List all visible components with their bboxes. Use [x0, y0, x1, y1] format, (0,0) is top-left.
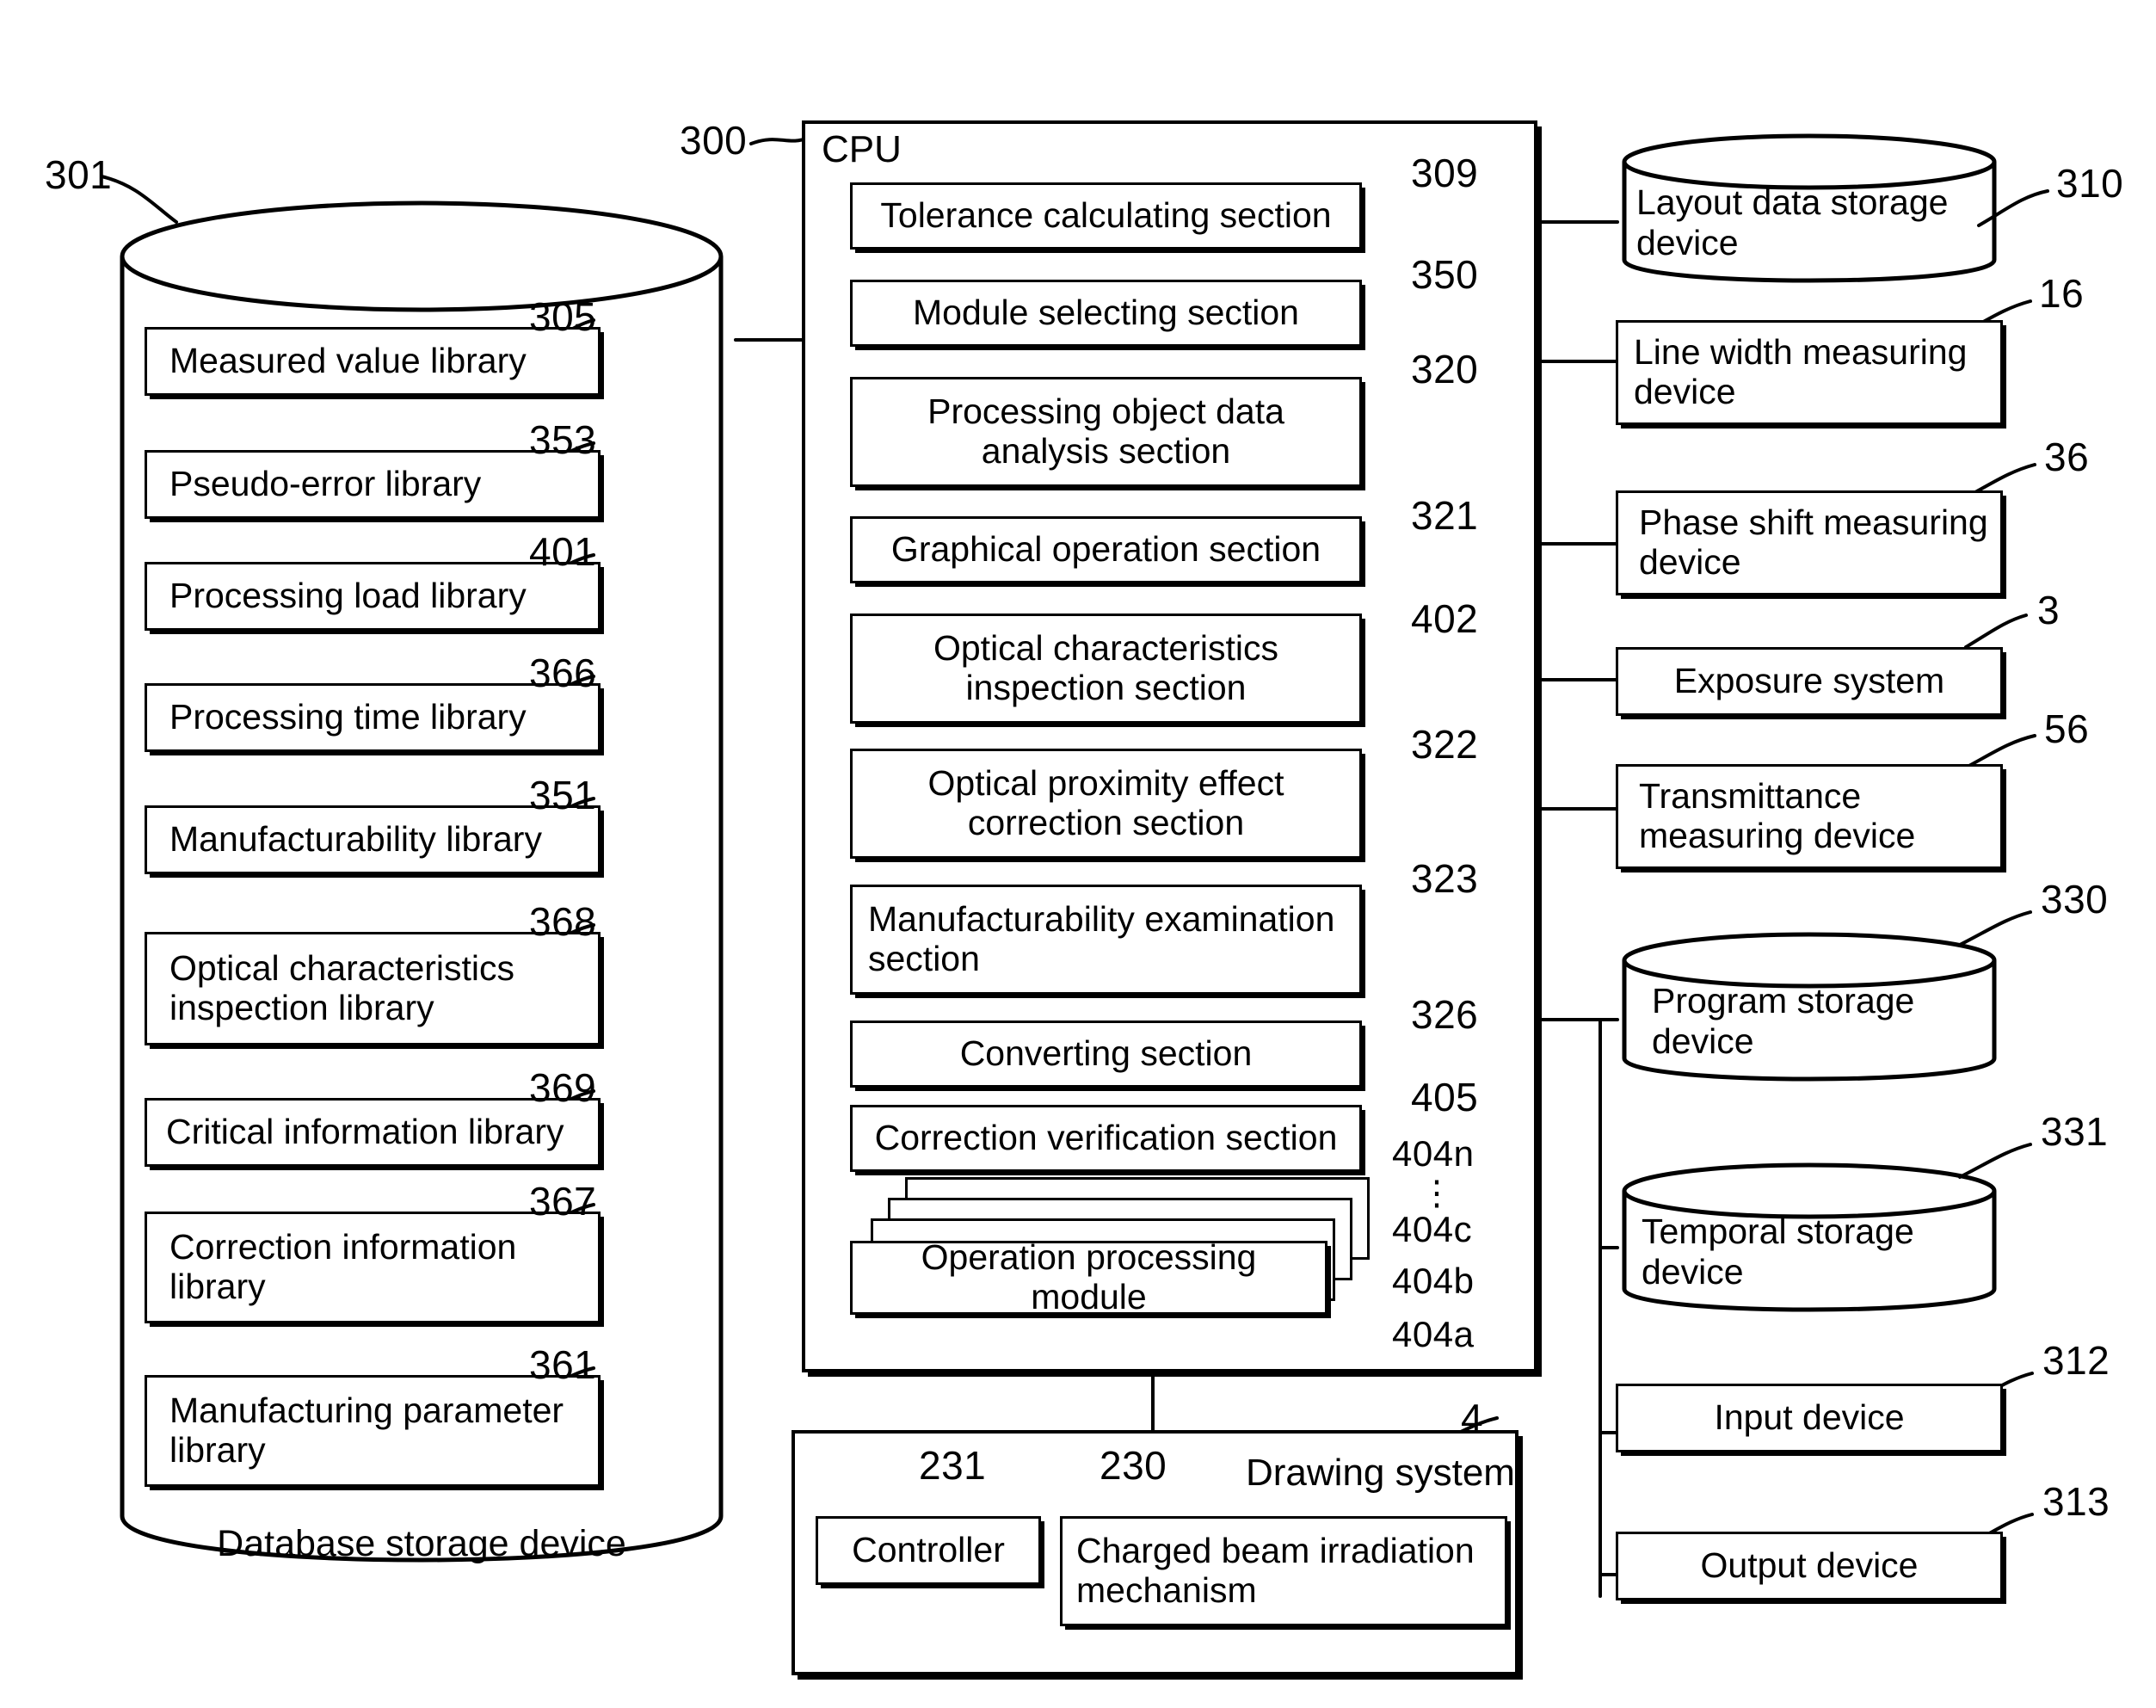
- ref-301: 301: [45, 152, 113, 197]
- cpu-section-processing-object-data-analysis[interactable]: Processing object data analysis section: [850, 377, 1362, 487]
- ref-404n: 404n: [1392, 1133, 1475, 1174]
- library-label: Manufacturability library: [169, 819, 542, 860]
- ref-404a: 404a: [1392, 1314, 1475, 1354]
- cpu-section-optical-characteristics-inspection[interactable]: Optical characteristics inspection secti…: [850, 614, 1362, 724]
- ref-366: 366: [529, 651, 597, 695]
- library-label: Processing time library: [169, 697, 527, 737]
- transmittance-label: Transmittance measuring device: [1639, 776, 1916, 855]
- cpu-title: CPU: [822, 128, 902, 170]
- output-device-label: Output device: [1700, 1545, 1919, 1586]
- ref-330: 330: [2041, 877, 2109, 922]
- database-caption: Database storage device: [217, 1523, 626, 1564]
- library-label: Measured value library: [169, 341, 527, 381]
- library-box-optical-characteristics-inspection[interactable]: Optical characteristics inspection libra…: [145, 932, 601, 1045]
- cpu-section-label: Manufacturability examination section: [868, 899, 1335, 978]
- ref-312: 312: [2042, 1338, 2110, 1383]
- charged-beam-label: Charged beam irradiation mechanism: [1076, 1531, 1475, 1610]
- cpu-section-converting[interactable]: Converting section: [850, 1020, 1362, 1088]
- cpu-section-label: Optical proximity effect correction sect…: [927, 763, 1284, 842]
- ref-305: 305: [529, 294, 597, 339]
- cpu-section-module-selecting[interactable]: Module selecting section: [850, 280, 1362, 347]
- ref-404c: 404c: [1392, 1209, 1473, 1249]
- library-box-manufacturing-parameter[interactable]: Manufacturing parameter library: [145, 1375, 601, 1487]
- library-box-correction-information[interactable]: Correction information library: [145, 1212, 601, 1323]
- controller-label: Controller: [852, 1530, 1005, 1570]
- ref-331: 331: [2041, 1109, 2109, 1154]
- layout-data-storage-cylinder[interactable]: Layout data storage device: [1616, 131, 2003, 294]
- ref-351: 351: [529, 773, 597, 817]
- input-device-label: Input device: [1714, 1397, 1905, 1438]
- cpu-section-label: Converting section: [959, 1033, 1253, 1074]
- library-label: Correction information library: [169, 1227, 517, 1306]
- ref-4: 4: [1461, 1396, 1484, 1440]
- ref-36: 36: [2044, 435, 2090, 479]
- transmittance-measuring-device[interactable]: Transmittance measuring device: [1616, 764, 2003, 869]
- layout-data-storage-label: Layout data storage device: [1636, 182, 1949, 262]
- drawing-system-controller[interactable]: Controller: [816, 1516, 1041, 1585]
- cpu-section-optical-proximity-effect-correction[interactable]: Optical proximity effect correction sect…: [850, 749, 1362, 859]
- cpu-section-label: Graphical operation section: [890, 529, 1321, 570]
- ref-361: 361: [529, 1342, 597, 1387]
- phase-shift-measuring-device[interactable]: Phase shift measuring device: [1616, 490, 2003, 595]
- operation-processing-module-label: Operation processing module: [921, 1237, 1257, 1316]
- cpu-section-label: Correction verification section: [874, 1118, 1338, 1158]
- operation-processing-module-sheet-a[interactable]: Operation processing module: [850, 1237, 1327, 1316]
- module-stack-ellipsis: ⋮: [1420, 1175, 1456, 1212]
- library-label: Critical information library: [166, 1112, 564, 1152]
- line-width-measuring-device[interactable]: Line width measuring device: [1616, 320, 2003, 425]
- ref-3: 3: [2037, 588, 2061, 632]
- ref-16: 16: [2039, 271, 2085, 316]
- library-label: Manufacturing parameter library: [169, 1390, 564, 1470]
- cpu-section-correction-verification[interactable]: Correction verification section: [850, 1105, 1362, 1172]
- ref-323: 323: [1411, 856, 1479, 901]
- ref-231: 231: [919, 1443, 987, 1488]
- exposure-system-label: Exposure system: [1673, 661, 1945, 701]
- cpu-section-label: Module selecting section: [913, 293, 1299, 333]
- ref-322: 322: [1411, 722, 1479, 767]
- phase-shift-label: Phase shift measuring device: [1639, 503, 1988, 582]
- cpu-section-label: Processing object data analysis section: [927, 392, 1284, 471]
- ref-402: 402: [1411, 596, 1479, 641]
- line-width-label: Line width measuring device: [1634, 332, 1968, 411]
- ref-313: 313: [2042, 1479, 2110, 1524]
- ref-405: 405: [1411, 1075, 1479, 1119]
- ref-56: 56: [2044, 706, 2090, 751]
- temporal-storage-label: Temporal storage device: [1642, 1212, 1914, 1292]
- ref-326: 326: [1411, 992, 1479, 1037]
- cpu-section-label: Optical characteristics inspection secti…: [933, 628, 1278, 707]
- ref-369: 369: [529, 1065, 597, 1110]
- ref-309: 309: [1411, 151, 1479, 195]
- ref-310: 310: [2056, 161, 2124, 206]
- cpu-section-graphical-operation[interactable]: Graphical operation section: [850, 516, 1362, 583]
- exposure-system-box[interactable]: Exposure system: [1616, 647, 2003, 716]
- cpu-section-label: Tolerance calculating section: [880, 195, 1332, 236]
- input-device-box[interactable]: Input device: [1616, 1384, 2003, 1452]
- cpu-section-manufacturability-examination[interactable]: Manufacturability examination section: [850, 885, 1362, 995]
- ref-368: 368: [529, 899, 597, 944]
- library-label: Processing load library: [169, 576, 527, 616]
- ref-367: 367: [529, 1179, 597, 1224]
- ref-353: 353: [529, 417, 597, 462]
- ref-320: 320: [1411, 347, 1479, 392]
- cpu-section-tolerance-calculating[interactable]: Tolerance calculating section: [850, 182, 1362, 250]
- library-label: Optical characteristics inspection libra…: [169, 948, 515, 1027]
- ref-401: 401: [529, 529, 597, 574]
- output-device-box[interactable]: Output device: [1616, 1532, 2003, 1600]
- ref-300: 300: [680, 118, 748, 163]
- ref-350: 350: [1411, 252, 1479, 297]
- patent-figure: Database storage device 301 Measured val…: [0, 0, 2156, 1708]
- ref-404b: 404b: [1392, 1261, 1475, 1301]
- temporal-storage-cylinder[interactable]: Temporal storage device: [1616, 1160, 2003, 1323]
- ref-230: 230: [1100, 1443, 1167, 1488]
- library-label: Pseudo-error library: [169, 464, 482, 504]
- program-storage-cylinder[interactable]: Program storage device: [1616, 929, 2003, 1093]
- drawing-system-charged-beam-irradiation-mechanism[interactable]: Charged beam irradiation mechanism: [1060, 1516, 1507, 1626]
- program-storage-label: Program storage device: [1652, 981, 1915, 1061]
- ref-321: 321: [1411, 493, 1479, 538]
- drawing-system-title: Drawing system: [1246, 1452, 1515, 1494]
